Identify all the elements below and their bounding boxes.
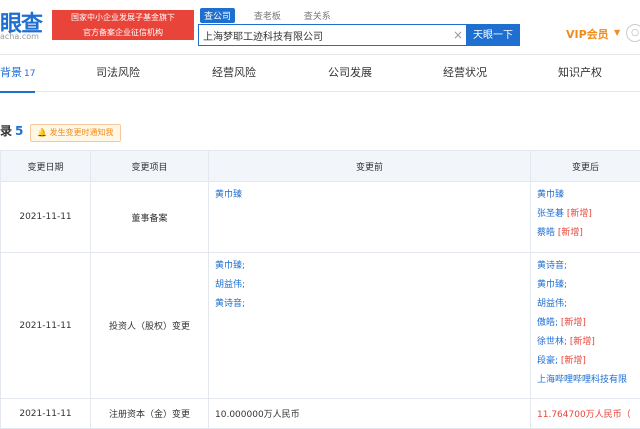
company-nav: 背景17 司法风险 经营风险 公司发展 经营状况 知识产权 [0, 55, 640, 92]
new-tag: [新增] [567, 209, 592, 219]
new-tag: [新增] [570, 337, 595, 347]
change-record-table: 变更日期 变更项目 变更前 变更后 2021-11-11 董事备案 黄巾臻 黄巾… [0, 150, 640, 429]
list-item: 黄巾臻; [537, 276, 634, 295]
section-title-text: 录 [0, 124, 12, 138]
tab-boss[interactable]: 查老板 [250, 8, 285, 23]
top-header: 眼查 acha.com 国家中小企业发展子基金旗下 官方备案企业征信机构 查公司… [0, 0, 640, 55]
tab-company[interactable]: 查公司 [200, 8, 235, 23]
person-link[interactable]: 徐世林; [537, 337, 567, 347]
cell-item: 投资人（股权）变更 [91, 253, 209, 399]
tab-operation-risk[interactable]: 经营风险 [212, 55, 256, 91]
cell-item: 注册资本（金）变更 [91, 399, 209, 429]
tab-business-status[interactable]: 经营状况 [443, 55, 487, 91]
person-link[interactable]: 黄诗音; [215, 299, 245, 309]
cell-after: 11.764700万人民币（ [531, 399, 640, 429]
person-link[interactable]: 段豪; [537, 356, 558, 366]
search-box: × [198, 24, 468, 46]
capital-after: 11.764700万人民币（ [537, 410, 631, 420]
list-item: 黄巾臻; [215, 257, 524, 276]
list-item: 段豪; [新增] [537, 352, 634, 371]
promo-banner[interactable]: 国家中小企业发展子基金旗下 官方备案企业征信机构 [52, 10, 194, 40]
new-tag: [新增] [561, 318, 586, 328]
header-before: 变更前 [209, 151, 531, 182]
tab-background[interactable]: 背景17 [0, 55, 35, 93]
section-title: 录5 [0, 122, 23, 139]
tab-development[interactable]: 公司发展 [328, 55, 372, 91]
tab-background-label: 背景 [0, 66, 22, 79]
banner-line-2: 官方备案企业征信机构 [52, 25, 194, 40]
notify-button[interactable]: 🔔 发生变更时通知我 [30, 124, 121, 142]
user-icon[interactable]: ○ [626, 24, 640, 42]
list-item: 黄诗音; [215, 295, 524, 314]
clear-icon[interactable]: × [453, 28, 463, 42]
cell-after: 黄巾臻 张圣碁 [新增] 蔡皓 [新增] [531, 182, 640, 253]
tab-relation[interactable]: 查关系 [300, 8, 335, 23]
section-count: 5 [15, 124, 23, 138]
person-link[interactable]: 黄巾臻 [537, 190, 564, 200]
person-link[interactable]: 蔡皓 [537, 228, 555, 238]
tab-background-count: 17 [24, 69, 35, 79]
chevron-down-icon: ▼ [614, 28, 620, 37]
table-row: 2021-11-11 投资人（股权）变更 黄巾臻; 胡益伟; 黄诗音; 黄诗音;… [1, 253, 640, 399]
cell-item: 董事备案 [91, 182, 209, 253]
list-item: 蔡皓 [新增] [537, 224, 634, 243]
person-link[interactable]: 黄诗音; [537, 261, 567, 271]
person-link[interactable]: 黄巾臻; [215, 261, 245, 271]
cell-date: 2021-11-11 [1, 399, 91, 429]
cell-date: 2021-11-11 [1, 182, 91, 253]
search-input[interactable] [203, 25, 443, 45]
company-link[interactable]: 上海哔哩哔哩科技有限 [537, 375, 627, 385]
list-item: 黄诗音; [537, 257, 634, 276]
person-link[interactable]: 张圣碁 [537, 209, 564, 219]
cell-before: 10.000000万人民币 [209, 399, 531, 429]
new-tag: [新增] [561, 356, 586, 366]
cell-before: 黄巾臻; 胡益伟; 黄诗音; [209, 253, 531, 399]
list-item: 傲皓; [新增] [537, 314, 634, 333]
table-row: 2021-11-11 董事备案 黄巾臻 黄巾臻 张圣碁 [新增] 蔡皓 [新增] [1, 182, 640, 253]
list-item: 黄巾臻 [537, 186, 634, 205]
header-item: 变更项目 [91, 151, 209, 182]
new-tag: [新增] [558, 228, 583, 238]
search-button[interactable]: 天眼一下 [466, 24, 520, 46]
list-item: 黄巾臻 [215, 186, 524, 205]
list-item: 张圣碁 [新增] [537, 205, 634, 224]
list-item: 徐世林; [新增] [537, 333, 634, 352]
cell-before: 黄巾臻 [209, 182, 531, 253]
capital-before: 10.000000万人民币 [215, 410, 300, 420]
header-date: 变更日期 [1, 151, 91, 182]
cell-after: 黄诗音; 黄巾臻; 胡益伟; 傲皓; [新增] 徐世林; [新增] 段豪; [新… [531, 253, 640, 399]
list-item: 上海哔哩哔哩科技有限 [537, 371, 634, 390]
person-link[interactable]: 胡益伟; [537, 299, 567, 309]
table-header-row: 变更日期 变更项目 变更前 变更后 [1, 151, 640, 182]
list-item: 胡益伟; [215, 276, 524, 295]
notify-label: 发生变更时通知我 [50, 128, 114, 137]
bell-icon: 🔔 [37, 128, 47, 137]
tab-intellectual-property[interactable]: 知识产权 [558, 55, 602, 91]
list-item: 胡益伟; [537, 295, 634, 314]
tab-judicial-risk[interactable]: 司法风险 [96, 55, 140, 91]
logo-domain: acha.com [0, 32, 39, 41]
cell-date: 2021-11-11 [1, 253, 91, 399]
header-after: 变更后 [531, 151, 640, 182]
person-link[interactable]: 傲皓; [537, 318, 558, 328]
person-link[interactable]: 黄巾臻 [215, 190, 242, 200]
person-link[interactable]: 黄巾臻; [537, 280, 567, 290]
vip-link[interactable]: VIP会员 [566, 26, 609, 42]
search-tabs: 查公司 查老板 查关系 [200, 8, 347, 23]
table-row: 2021-11-11 注册资本（金）变更 10.000000万人民币 11.76… [1, 399, 640, 429]
person-link[interactable]: 胡益伟; [215, 280, 245, 290]
banner-line-1: 国家中小企业发展子基金旗下 [52, 10, 194, 25]
